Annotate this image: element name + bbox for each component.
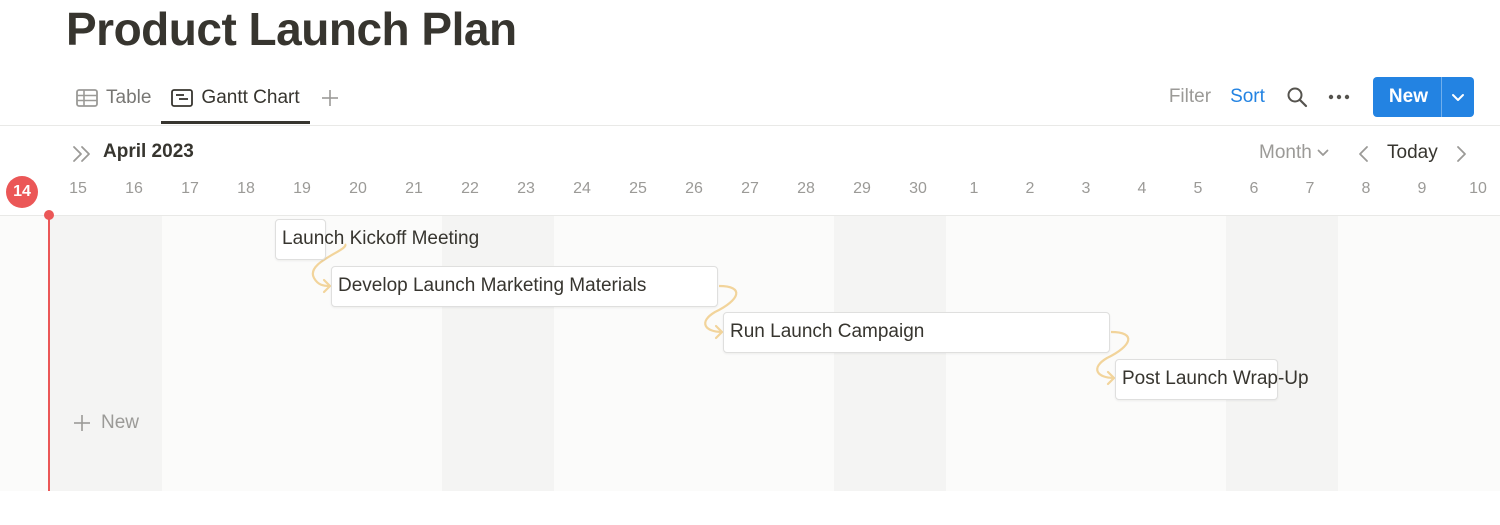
day-label: 10 bbox=[1469, 180, 1487, 197]
day-label: 3 bbox=[1081, 180, 1091, 197]
today-date-badge: 14 bbox=[6, 176, 38, 208]
tab-gantt-chart-label: Gantt Chart bbox=[201, 87, 300, 108]
day-label: 7 bbox=[1305, 180, 1315, 197]
tab-table-label: Table bbox=[106, 87, 152, 108]
sort-button[interactable]: Sort bbox=[1230, 86, 1265, 108]
tab-table[interactable]: Table bbox=[66, 76, 161, 120]
day-label: 9 bbox=[1417, 180, 1427, 197]
table-icon bbox=[76, 89, 98, 107]
zoom-select-label: Month bbox=[1259, 142, 1312, 163]
day-label: 17 bbox=[181, 180, 199, 197]
filter-button[interactable]: Filter bbox=[1169, 86, 1211, 108]
tab-gantt-chart[interactable]: Gantt Chart bbox=[161, 76, 310, 124]
day-label: 26 bbox=[685, 180, 703, 197]
new-button[interactable]: New bbox=[1373, 77, 1442, 117]
day-label: 30 bbox=[909, 180, 927, 197]
task-name: Develop Launch Marketing Materials bbox=[338, 275, 647, 296]
double-chevron-right-icon[interactable] bbox=[70, 142, 94, 166]
chevron-right-icon[interactable] bbox=[1451, 143, 1471, 165]
search-button[interactable] bbox=[1283, 83, 1311, 111]
zoom-select[interactable]: Month bbox=[1259, 142, 1329, 164]
day-label: 4 bbox=[1137, 180, 1147, 197]
today-marker-line bbox=[48, 214, 50, 491]
day-label: 15 bbox=[69, 180, 87, 197]
day-label: 8 bbox=[1361, 180, 1371, 197]
weekend-column bbox=[834, 216, 946, 491]
timeline-grid bbox=[0, 216, 1500, 491]
day-label: 27 bbox=[741, 180, 759, 197]
day-label: 18 bbox=[237, 180, 255, 197]
weekend-column bbox=[50, 216, 162, 491]
chevron-left-icon[interactable] bbox=[1354, 143, 1374, 165]
day-label: 19 bbox=[293, 180, 311, 197]
add-view-button[interactable] bbox=[312, 76, 348, 120]
day-label: 16 bbox=[125, 180, 143, 197]
plus-icon bbox=[321, 90, 338, 106]
new-button-group: New bbox=[1372, 77, 1474, 117]
more-button[interactable] bbox=[1325, 83, 1353, 111]
weekend-column bbox=[442, 216, 554, 491]
day-label: 6 bbox=[1249, 180, 1259, 197]
day-header-row: 15 16 17 18 19 20 21 22 23 24 25 26 27 28 29 30 1 2 3 4 5 6 7 8… bbox=[0, 176, 1500, 208]
day-label: 22 bbox=[461, 180, 479, 197]
task-name: Launch Kickoff Meeting bbox=[282, 228, 480, 249]
day-label: 21 bbox=[405, 180, 423, 197]
day-label: 5 bbox=[1193, 180, 1203, 197]
add-new-label: New bbox=[101, 412, 140, 433]
new-options-button[interactable] bbox=[1442, 77, 1474, 117]
chevron-down-icon bbox=[1317, 149, 1329, 156]
day-label: 28 bbox=[797, 180, 815, 197]
weekend-column bbox=[1226, 216, 1338, 491]
toolbar-divider bbox=[0, 125, 1500, 126]
day-label: 29 bbox=[853, 180, 871, 197]
day-label: 24 bbox=[573, 180, 591, 197]
task-name: Post Launch Wrap-Up bbox=[1122, 368, 1309, 389]
page-title: Product Launch Plan bbox=[66, 3, 517, 55]
day-label: 1 bbox=[969, 180, 979, 197]
day-label: 23 bbox=[517, 180, 535, 197]
add-new-task-button[interactable]: New bbox=[72, 412, 139, 434]
day-label: 20 bbox=[349, 180, 367, 197]
more-horizontal-icon bbox=[1328, 94, 1350, 100]
calendar-header: April 2023 Month Today bbox=[0, 138, 1500, 170]
search-icon bbox=[1287, 87, 1308, 108]
timeline-icon bbox=[171, 89, 194, 107]
task-name: Run Launch Campaign bbox=[730, 321, 925, 342]
day-label: 25 bbox=[629, 180, 647, 197]
day-label: 2 bbox=[1025, 180, 1035, 197]
view-toolbar: Filter Sort New bbox=[1169, 77, 1474, 117]
plus-icon bbox=[74, 415, 90, 431]
month-label: April 2023 bbox=[103, 141, 194, 162]
today-marker-dot bbox=[44, 210, 54, 220]
today-button[interactable]: Today bbox=[1387, 142, 1438, 164]
view-tabs: Table Gantt Chart bbox=[66, 76, 348, 126]
chevron-down-icon bbox=[1452, 93, 1464, 101]
